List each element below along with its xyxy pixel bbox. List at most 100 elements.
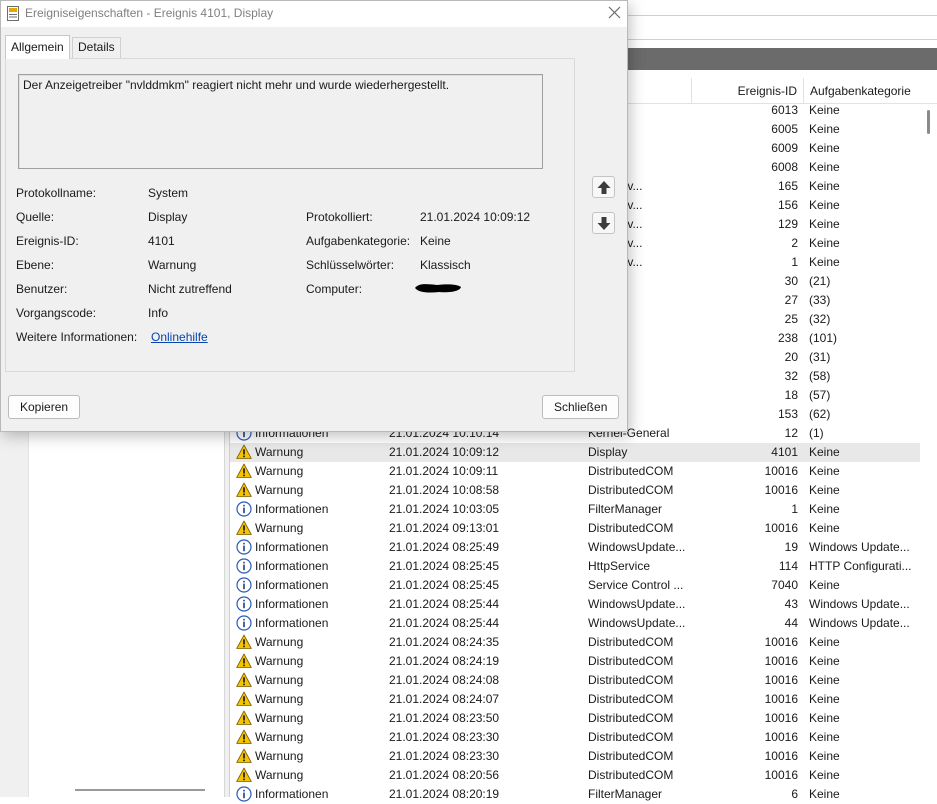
table-row[interactable]: Informationen 21.01.2024 08:25:45 HttpServ… — [230, 557, 920, 576]
table-row[interactable]: Warnung 21.01.2024 08:23:50 DistributedCOM… — [230, 709, 920, 728]
user-label: Benutzer: — [16, 282, 68, 296]
row-date-cell: 21.01.2024 08:24:07 — [389, 692, 500, 706]
row-task-category-cell: Keine — [809, 711, 840, 725]
row-event-id-cell: 165 — [777, 179, 798, 193]
warning-icon — [236, 672, 252, 687]
online-help-link[interactable]: Onlinehilfe — [151, 330, 208, 344]
tab-details[interactable]: Details — [72, 37, 121, 58]
table-row[interactable]: Warnung 21.01.2024 08:23:30 DistributedCOM… — [230, 747, 920, 766]
row-task-category-cell: (31) — [809, 350, 831, 364]
table-row[interactable]: Warnung 21.01.2024 08:20:56 DistributedCOM… — [230, 766, 920, 785]
dialog-titlebar[interactable]: Ereigniseigenschaften - Ereignis 4101, D… — [1, 1, 627, 27]
row-source-cell: DistributedCOM — [588, 768, 674, 782]
navigation-horizontal-scrollbar[interactable] — [75, 789, 205, 791]
background-frame — [0, 432, 28, 797]
table-row[interactable]: Warnung 21.01.2024 10:09:11 DistributedCOM… — [230, 462, 920, 481]
table-row[interactable]: Informationen 21.01.2024 10:03:05 FilterMa… — [230, 500, 920, 519]
table-row[interactable]: Warnung 21.01.2024 09:13:01 DistributedCOM… — [230, 519, 920, 538]
warning-icon — [236, 520, 252, 535]
row-task-category-cell: Keine — [809, 654, 840, 668]
row-source-cell: DistributedCOM — [588, 521, 674, 535]
row-task-category-cell: Keine — [809, 122, 840, 136]
row-level-text: Informationen — [255, 578, 329, 592]
row-event-id-cell: 114 — [778, 559, 798, 573]
warning-icon — [236, 634, 252, 649]
row-source-cell: FilterManager — [588, 502, 663, 516]
row-event-id-cell: 10016 — [764, 692, 798, 706]
next-event-button[interactable] — [592, 212, 615, 234]
row-task-category-cell: (58) — [809, 369, 831, 383]
row-task-category-cell: (101) — [809, 331, 838, 345]
table-row[interactable]: Warnung 21.01.2024 08:24:07 DistributedCOM… — [230, 690, 920, 709]
background-menubar — [628, 0, 937, 16]
info-icon — [236, 596, 252, 612]
row-event-id-cell: 1 — [791, 255, 798, 269]
row-level-text: Warnung — [255, 749, 304, 763]
previous-event-button[interactable] — [592, 176, 615, 198]
event-properties-dialog: Ereigniseigenschaften - Ereignis 4101, D… — [0, 0, 628, 432]
row-date-cell: 21.01.2024 08:25:45 — [389, 578, 500, 592]
row-event-id-cell: 20 — [784, 350, 798, 364]
table-row[interactable]: Informationen 21.01.2024 08:20:19 FilterMa… — [230, 785, 920, 804]
table-row[interactable]: Warnung 21.01.2024 10:08:58 DistributedCOM… — [230, 481, 920, 500]
row-source-cell: WindowsUpdate... — [588, 597, 686, 611]
row-task-category-cell: Keine — [809, 483, 840, 497]
event-list-vertical-scrollbar[interactable] — [927, 110, 930, 134]
row-level-text: Warnung — [255, 635, 304, 649]
row-level-cell: Warnung — [236, 747, 386, 766]
row-level-text: Warnung — [255, 483, 304, 497]
row-event-id-cell: 6009 — [771, 141, 798, 155]
row-source-cell: Display — [588, 445, 628, 459]
navigation-pane[interactable] — [28, 432, 225, 797]
background-toolbar — [628, 0, 937, 40]
table-row[interactable]: Warnung 21.01.2024 08:24:19 DistributedCOM… — [230, 652, 920, 671]
table-row[interactable]: Informationen 21.01.2024 08:25:44 WindowsU… — [230, 595, 920, 614]
row-level-cell: Warnung — [236, 462, 386, 481]
row-level-cell: Warnung — [236, 633, 386, 652]
arrow-down-icon — [597, 217, 611, 230]
row-level-text: Warnung — [255, 673, 304, 687]
background-pane-header — [628, 48, 937, 70]
table-row[interactable]: Warnung 21.01.2024 08:24:08 DistributedCOM… — [230, 671, 920, 690]
row-task-category-cell: Keine — [809, 787, 840, 801]
event-description-box[interactable]: Der Anzeigetreiber "nvlddmkm" reagiert n… — [18, 74, 543, 169]
row-level-text: Informationen — [255, 502, 329, 516]
row-task-category-cell: Keine — [809, 730, 840, 744]
row-event-id-cell: 12 — [784, 426, 798, 440]
row-task-category-cell: Keine — [809, 445, 840, 459]
row-level-cell: Warnung — [236, 652, 386, 671]
row-event-id-cell: 32 — [784, 369, 798, 383]
row-date-cell: 21.01.2024 08:25:45 — [389, 559, 500, 573]
table-row[interactable]: Informationen 21.01.2024 08:25:49 WindowsU… — [230, 538, 920, 557]
close-icon[interactable] — [604, 3, 624, 23]
row-event-id-cell: 6 — [791, 787, 798, 801]
table-row[interactable]: Warnung 21.01.2024 08:23:30 DistributedCOM… — [230, 728, 920, 747]
table-row[interactable]: Warnung 21.01.2024 08:24:35 DistributedCOM… — [230, 633, 920, 652]
table-row-selected[interactable]: Warnung 21.01.2024 10:09:12 Display 4101 Kei… — [230, 443, 920, 462]
redaction-mark — [415, 284, 461, 293]
row-event-id-cell: 10016 — [764, 635, 798, 649]
row-event-id-cell: 7040 — [771, 578, 798, 592]
row-event-id-cell: 1 — [791, 502, 798, 516]
copy-button[interactable]: Kopieren — [8, 395, 81, 419]
row-level-cell: Warnung — [236, 443, 386, 462]
table-row[interactable]: Informationen 21.01.2024 08:25:45 Service … — [230, 576, 920, 595]
tab-allgemein[interactable]: Allgemein — [5, 35, 70, 59]
close-button[interactable]: Schließen — [542, 395, 620, 419]
row-event-id-cell: 4101 — [771, 445, 798, 459]
row-event-id-cell: 6008 — [771, 160, 798, 174]
row-event-id-cell: 10016 — [764, 749, 798, 763]
row-date-cell: 21.01.2024 08:24:35 — [389, 635, 500, 649]
row-level-text: Informationen — [255, 616, 329, 630]
row-event-id-cell: 129 — [777, 217, 798, 231]
row-source-cell: WindowsUpdate... — [588, 540, 686, 554]
warning-icon — [236, 729, 252, 744]
table-row[interactable]: Informationen 21.01.2024 08:25:44 WindowsU… — [230, 614, 920, 633]
row-source-cell: DistributedCOM — [588, 464, 674, 478]
row-source-cell: HttpService — [588, 559, 651, 573]
row-task-category-cell: (57) — [809, 388, 831, 402]
row-source-cell: Service Control ... — [588, 578, 684, 592]
row-date-cell: 21.01.2024 10:03:05 — [389, 502, 500, 516]
row-source-cell: DistributedCOM — [588, 711, 674, 725]
arrow-up-icon — [597, 181, 611, 194]
